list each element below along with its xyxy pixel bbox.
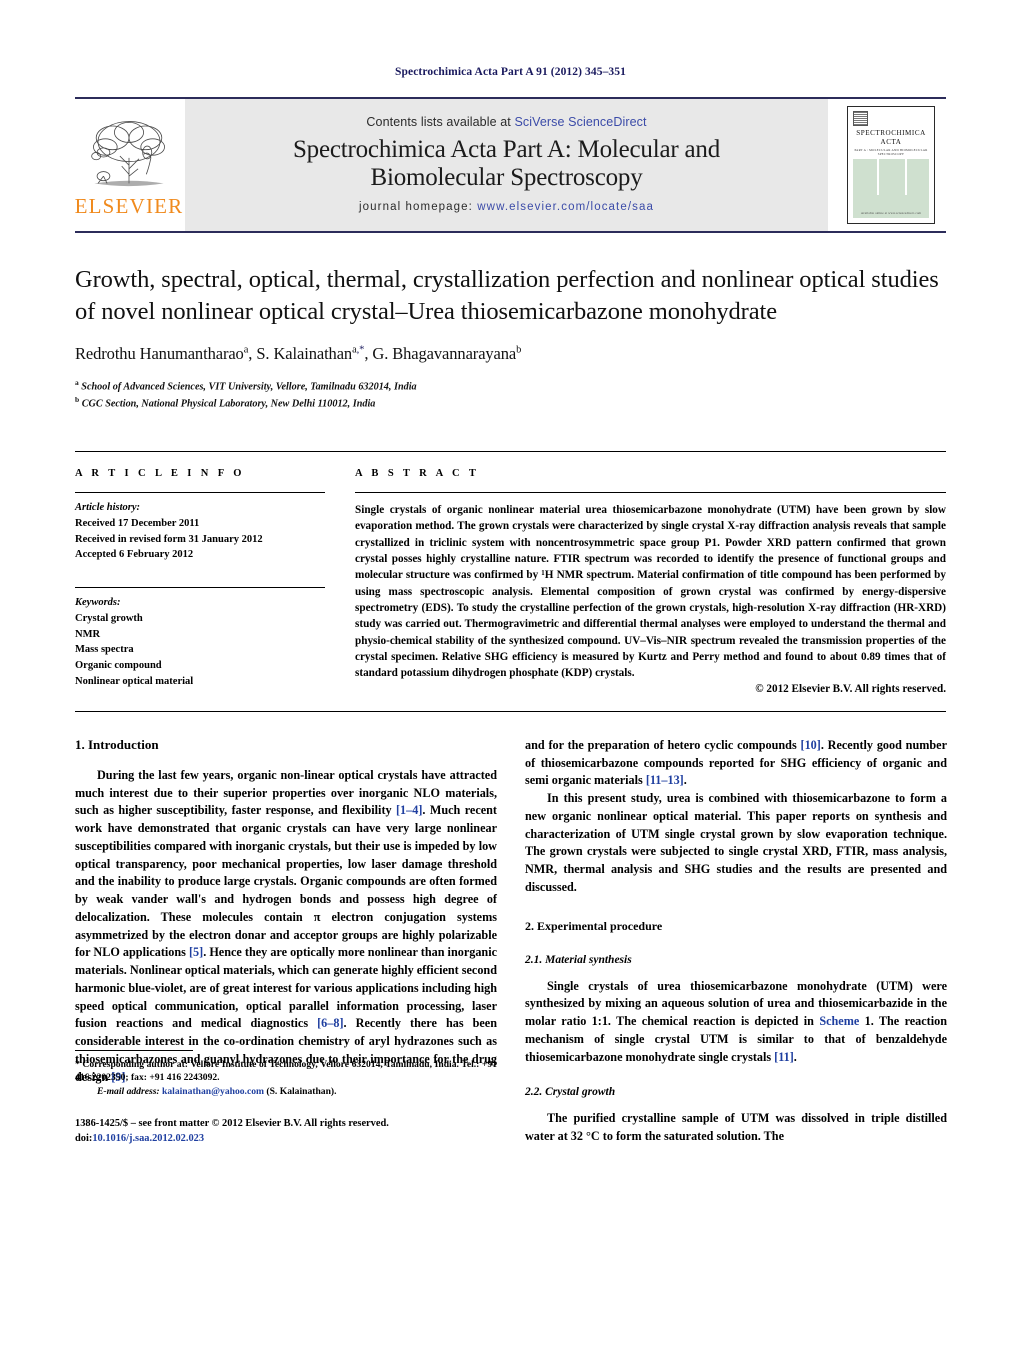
mat-text-c: .: [793, 1049, 797, 1064]
running-head: Spectrochimica Acta Part A 91 (2012) 345…: [395, 66, 626, 78]
contents-available-line: Contents lists available at SciVerse Sci…: [366, 115, 646, 129]
email-label: E-mail address:: [97, 1086, 160, 1098]
journal-title: Spectrochimica Acta Part A: Molecular an…: [293, 136, 720, 193]
publisher-name: ELSEVIER: [74, 193, 184, 218]
intro-text-e: and for the preparation of hetero cyclic…: [525, 737, 801, 752]
keyword-item: Organic compound: [75, 660, 162, 672]
intro-text-b: . Much recent work have demonstrated tha…: [75, 803, 497, 960]
article-history-label: Article history:: [75, 502, 141, 514]
affiliation-text: CGC Section, National Physical Laborator…: [81, 398, 376, 410]
body-column-right: and for the preparation of hetero cyclic…: [525, 737, 947, 1146]
crystal-growth-paragraph: The purified crystalline sample of UTM w…: [525, 1111, 947, 1144]
subsection-heading-material-synthesis: 2.1. Material synthesis: [525, 953, 632, 966]
journal-title-line2: Biomolecular Spectroscopy: [370, 164, 643, 191]
section-heading-introduction: 1. Introduction: [75, 736, 159, 752]
journal-cover-area: SPECTROCHIMICA ACTA PART A : MOLECULAR A…: [836, 99, 946, 231]
affiliation-text: School of Advanced Sciences, VIT Univers…: [81, 381, 417, 393]
email-note: E-mail address: kalainathan@yahoo.com (S…: [75, 1085, 497, 1099]
subsection-heading-crystal-growth: 2.2. Crystal growth: [525, 1086, 616, 1099]
article-first-page: Spectrochimica Acta Part A 91 (2012) 345…: [0, 0, 1021, 1351]
abstract-bottom-rule: [75, 710, 946, 712]
affiliation-item: a School of Advanced Sciences, VIT Unive…: [75, 378, 946, 395]
intro-paragraph-2: In this present study, urea is combined …: [525, 791, 947, 894]
cover-subtitle: PART A : MOLECULAR AND BIOMOLECULAR SPEC…: [854, 148, 928, 157]
doi-label: doi:: [75, 1132, 93, 1144]
abstract-heading: A B S T R A C T: [355, 468, 480, 480]
email-link[interactable]: kalainathan@yahoo.com: [162, 1086, 264, 1097]
abstract-text: Single crystals of organic nonlinear mat…: [355, 504, 946, 680]
intro-paragraph-1: During the last few years, organic non-l…: [75, 767, 497, 1087]
keyword-item: Mass spectra: [75, 644, 134, 656]
cover-title-line1: SPECTROCHIMICA: [856, 129, 926, 137]
footnote-rule: [75, 1049, 193, 1051]
section-heading-experimental: 2. Experimental procedure: [525, 918, 663, 933]
scheme-1-link[interactable]: Scheme: [819, 1014, 859, 1028]
imprint-block: 1386-1425/$ – see front matter © 2012 El…: [75, 1116, 497, 1146]
corresponding-author-note: * Corresponding author at: Vellore Insti…: [75, 1058, 497, 1084]
body-column-left: 1. Introduction During the last few year…: [75, 737, 497, 1146]
affiliation-list: a School of Advanced Sciences, VIT Unive…: [75, 378, 946, 412]
publisher-logo: ELSEVIER: [75, 99, 183, 231]
citation-11[interactable]: [11]: [774, 1050, 794, 1064]
info-abstract-region: A R T I C L E I N F O Article history: R…: [75, 451, 946, 695]
cover-footer-text: Available online at www.sciencedirect.co…: [853, 211, 929, 218]
abstract-copyright: © 2012 Elsevier B.V. All rights reserved…: [755, 682, 946, 695]
article-title: Growth, spectral, optical, thermal, crys…: [75, 266, 939, 325]
homepage-url-link[interactable]: www.elsevier.com/locate/saa: [477, 201, 654, 213]
homepage-label: journal homepage:: [359, 201, 473, 214]
keywords-label: Keywords:: [75, 597, 121, 609]
article-info-column: A R T I C L E I N F O Article history: R…: [75, 468, 325, 695]
body-columns: 1. Introduction During the last few year…: [75, 737, 947, 1146]
journal-cover-thumbnail: SPECTROCHIMICA ACTA PART A : MOLECULAR A…: [847, 106, 935, 224]
citation-6-8[interactable]: [6–8]: [317, 1016, 343, 1030]
keyword-item: Crystal growth: [75, 612, 143, 624]
author-list: Redrothu Hanumantharaoa, S. Kalainathana…: [75, 343, 522, 363]
citation-5[interactable]: [5]: [189, 945, 203, 959]
doi-line: doi:10.1016/j.saa.2012.02.023: [75, 1131, 497, 1146]
article-info-heading: A R T I C L E I N F O: [75, 468, 245, 480]
keyword-item: Nonlinear optical material: [75, 675, 194, 687]
email-owner: (S. Kalainathan).: [266, 1086, 337, 1098]
material-synthesis-paragraph: Single crystals of urea thiosemicarbazon…: [525, 978, 947, 1067]
doi-link[interactable]: 10.1016/j.saa.2012.02.023: [92, 1133, 204, 1144]
citation-1-4[interactable]: [1–4]: [396, 803, 422, 817]
keyword-item: NMR: [75, 628, 101, 640]
masthead-bottom-rule: [75, 231, 946, 233]
history-item: Received 17 December 2011: [75, 517, 200, 529]
journal-masthead: ELSEVIER Contents lists available at Sci…: [75, 97, 946, 231]
cover-title-line2: ACTA: [880, 137, 902, 146]
history-item: Received in revised form 31 January 2012: [75, 533, 263, 545]
history-item: Accepted 6 February 2012: [75, 549, 194, 561]
journal-homepage-line: journal homepage: www.elsevier.com/locat…: [359, 201, 654, 213]
cover-artwork: [853, 159, 929, 211]
citation-10[interactable]: [10]: [801, 738, 821, 752]
title-block: Growth, spectral, optical, thermal, crys…: [75, 264, 946, 412]
affiliation-marker: b: [75, 394, 80, 404]
footnote-area: * Corresponding author at: Vellore Insti…: [75, 1049, 497, 1146]
article-history-group: Article history: Received 17 December 20…: [75, 493, 325, 563]
intro-paragraph-1-continued: and for the preparation of hetero cyclic…: [525, 737, 947, 790]
cover-publisher-mark-icon: [853, 111, 868, 126]
masthead-center: Contents lists available at SciVerse Sci…: [185, 99, 828, 231]
citation-11-13[interactable]: [11–13]: [646, 773, 684, 787]
contents-prefix: Contents lists available at: [366, 114, 511, 129]
elsevier-tree-icon: [91, 120, 165, 186]
journal-title-line1: Spectrochimica Acta Part A: Molecular an…: [292, 135, 721, 163]
intro-text-g: .: [683, 773, 687, 788]
affiliation-marker: a: [75, 377, 79, 387]
affiliation-item: b CGC Section, National Physical Laborat…: [75, 395, 946, 412]
keywords-group: Keywords: Crystal growth NMR Mass spectr…: [75, 588, 325, 690]
issn-copyright-line: 1386-1425/$ – see front matter © 2012 El…: [75, 1117, 389, 1129]
abstract-column: A B S T R A C T Single crystals of organ…: [355, 468, 946, 695]
sciencedirect-link[interactable]: SciVerse ScienceDirect: [514, 115, 646, 129]
